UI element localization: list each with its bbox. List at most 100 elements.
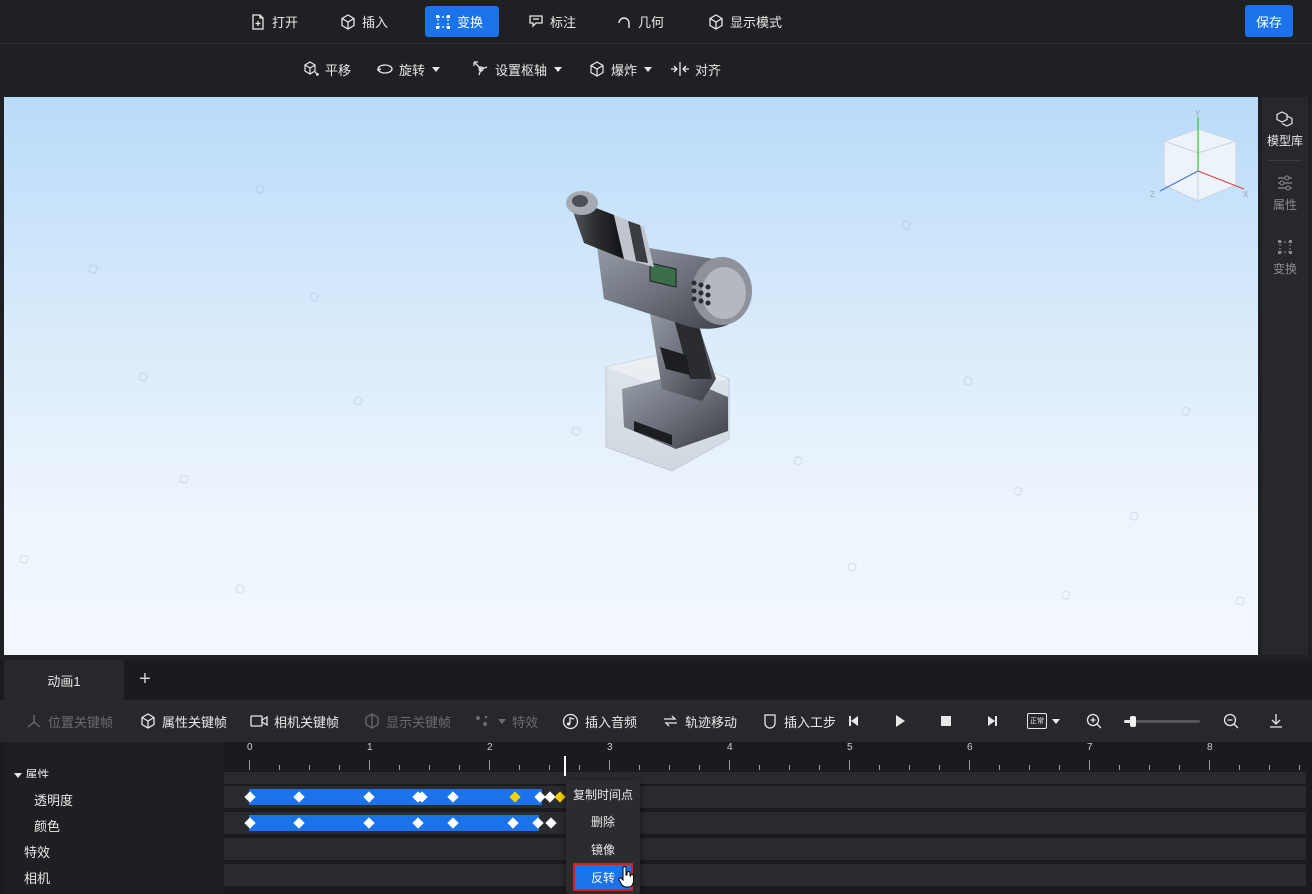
axes-icon [27,715,41,728]
insert-step-button[interactable]: 插入工步 [762,711,836,731]
position-keyframe-button[interactable]: 位置关键帧 [26,711,113,731]
insert-button[interactable]: 插入 [330,6,398,37]
zoom-slider-handle[interactable] [1130,716,1136,727]
ruler-tick [249,760,250,770]
transform-button[interactable]: 变换 [425,6,499,37]
annotate-button[interactable]: 标注 [518,6,586,37]
ruler-label: 2 [487,742,493,753]
chevron-down-icon [644,66,653,72]
track-group-properties[interactable]: 属性 [14,766,49,778]
align-button[interactable]: 对齐 [670,57,721,81]
timeline-row-effects[interactable] [224,838,1306,860]
ruler-tick [939,765,940,770]
transform-panel-button[interactable]: 变换 [1262,225,1308,289]
ruler-tick [1059,765,1060,770]
play-icon[interactable] [892,713,908,729]
tab-animation-1[interactable]: 动画1 [4,660,124,700]
zoom-in-icon[interactable] [1086,713,1103,730]
insert-audio-button[interactable]: 插入音频 [562,711,637,731]
menu-item-copy-time[interactable]: 复制时间点 [566,780,640,808]
cubes-icon [1276,110,1293,127]
track-label-color[interactable]: 颜色 [34,816,60,835]
step-back-icon[interactable] [846,713,862,729]
ruler-tick [399,765,400,770]
add-tab-button[interactable]: + [134,668,156,692]
watermark-icon [1012,485,1024,497]
watermark-icon [352,395,364,407]
menu-item-delete[interactable]: 删除 [566,807,640,835]
ruler-tick [969,760,970,770]
cube-icon [709,13,723,30]
playback-speed-dropdown[interactable]: 正常 [1027,711,1060,731]
sparkle-icon [476,715,488,726]
ruler-label: 0 [247,742,253,753]
ruler-tick [729,760,730,770]
3d-viewport[interactable]: Y X Z [4,97,1258,655]
ruler-label: 8 [1207,742,1213,753]
loop-arrows-icon [664,715,677,727]
view-cube[interactable]: Y X Z [1146,107,1250,207]
move-cube-icon [304,61,319,76]
watermark-icon [137,371,149,383]
playhead[interactable] [564,756,566,776]
drill-model[interactable] [544,179,764,479]
camera-keyframe-button[interactable]: 相机关键帧 [250,711,339,731]
watermark-icon [792,455,804,467]
ruler-tick [1119,765,1120,770]
ruler-tick [1299,765,1300,770]
timeline-row-color[interactable] [224,812,1306,834]
step-forward-icon[interactable] [984,713,1000,729]
shield-icon [764,714,776,729]
open-button[interactable]: 打开 [240,6,308,37]
timeline-row-camera[interactable] [224,864,1306,886]
model-library-button[interactable]: 模型库 [1262,97,1308,161]
ruler-label: 7 [1087,742,1093,753]
timeline: 属性 透明度 颜色 特效 相机 0 1 2 3 4 5 6 7 8 [0,742,1312,894]
ruler-tick [759,765,760,770]
track-move-button[interactable]: 轨迹移动 [662,711,737,731]
set-pivot-dropdown[interactable]: 设置枢轴 [472,57,563,81]
zoom-out-icon[interactable] [1223,713,1240,730]
hand-cursor-icon [618,866,634,888]
rotate-dropdown[interactable]: 旋转 [376,57,441,81]
align-icon [671,62,689,76]
menu-item-mirror[interactable]: 镜像 [566,835,640,863]
watermark-icon [900,219,912,231]
effects-dropdown[interactable]: 特效 [474,711,538,731]
show-keyframe-button[interactable]: 显示关键帧 [364,711,451,731]
ruler-tick [549,765,550,770]
chevron-down-icon [1052,718,1060,724]
arc-icon [618,16,630,28]
property-keyframe-button[interactable]: 属性关键帧 [140,711,227,731]
chevron-down-icon [498,718,506,724]
ruler-label: 5 [847,742,853,753]
properties-button[interactable]: 属性 [1262,161,1308,225]
animation-tab-bar: 动画1 + [0,660,1312,700]
chevron-down-icon [554,66,563,72]
watermark-icon [1128,510,1140,522]
keyframe-selected[interactable] [554,791,566,803]
save-button[interactable]: 保存 [1245,5,1293,37]
explode-dropdown[interactable]: 爆炸 [588,57,653,81]
download-icon[interactable] [1268,713,1284,729]
stop-icon[interactable] [938,713,954,729]
watermark-icon [962,375,974,387]
watermark-icon [846,561,858,573]
track-label-effects[interactable]: 特效 [24,842,50,861]
ruler-tick [789,765,790,770]
ruler-tick [1179,765,1180,770]
timeline-row-group[interactable] [224,772,1306,784]
sliders-icon [1278,175,1292,190]
timeline-row-transparency[interactable] [224,786,1306,808]
ruler-tick [1239,765,1240,770]
watermark-icon [254,183,266,195]
track-label-transparency[interactable]: 透明度 [34,790,73,809]
expand-caret-icon [14,773,22,778]
geometry-button[interactable]: 几何 [606,6,674,37]
track-label-camera[interactable]: 相机 [24,868,50,887]
keyframe[interactable] [545,817,557,829]
translate-button[interactable]: 平移 [302,57,351,81]
display-mode-button[interactable]: 显示模式 [698,6,792,37]
cube-icon [141,713,155,729]
time-ruler[interactable]: 0 1 2 3 4 5 6 7 8 [224,742,1312,770]
